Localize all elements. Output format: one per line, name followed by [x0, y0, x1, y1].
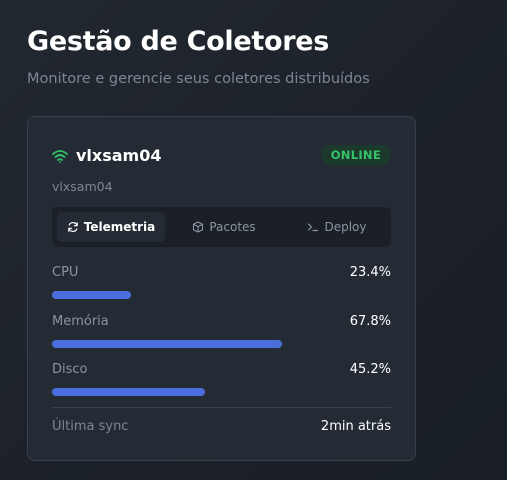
- collector-tabs: Telemetria Pacotes Deploy: [52, 207, 391, 247]
- collector-name: vlxsam04: [76, 146, 162, 165]
- metric-memoria-bar-fill: [52, 340, 282, 348]
- tab-deploy-label: Deploy: [324, 220, 367, 234]
- metric-cpu-bar-fill: [52, 291, 131, 299]
- refresh-icon: [67, 221, 78, 233]
- metric-memoria: Memória 67.8%: [52, 314, 391, 350]
- metric-disco-bar: [52, 388, 391, 396]
- metric-memoria-label: Memória: [52, 314, 109, 329]
- status-badge: ONLINE: [320, 145, 391, 165]
- metric-memoria-bar: [52, 340, 391, 348]
- metric-cpu-label: CPU: [52, 265, 79, 280]
- metric-cpu: CPU 23.4%: [52, 265, 391, 301]
- terminal-icon: [308, 223, 319, 232]
- package-icon: [193, 221, 204, 233]
- page-title: Gestão de Coletores: [27, 26, 330, 57]
- page-subtitle: Monitore e gerencie seus coletores distr…: [27, 71, 370, 87]
- metric-disco-value: 45.2%: [349, 362, 391, 377]
- tab-pacotes[interactable]: Pacotes: [170, 212, 278, 242]
- last-sync-value: 2min atrás: [320, 419, 391, 434]
- metric-memoria-value: 67.8%: [349, 314, 391, 329]
- divider: [52, 407, 391, 408]
- tab-deploy[interactable]: Deploy: [283, 212, 391, 242]
- wifi-icon: [52, 150, 68, 163]
- metric-disco-bar-fill: [52, 388, 205, 396]
- collector-card-header: vlxsam04 ONLINE: [52, 145, 391, 167]
- metric-disco: Disco 45.2%: [52, 362, 391, 398]
- metric-disco-label: Disco: [52, 362, 88, 377]
- tab-telemetria-label: Telemetria: [83, 220, 156, 234]
- metric-cpu-value: 23.4%: [349, 265, 391, 280]
- metric-cpu-bar: [52, 291, 391, 299]
- collectors-page: Gestão de Coletores Monitore e gerencie …: [0, 0, 507, 480]
- collector-card: vlxsam04 ONLINE vlxsam04 Telemetria Paco…: [27, 116, 416, 461]
- tab-telemetria[interactable]: Telemetria: [57, 212, 165, 242]
- tab-pacotes-label: Pacotes: [209, 220, 256, 234]
- last-sync-label: Última sync: [52, 419, 129, 434]
- collector-hostname: vlxsam04: [52, 179, 113, 194]
